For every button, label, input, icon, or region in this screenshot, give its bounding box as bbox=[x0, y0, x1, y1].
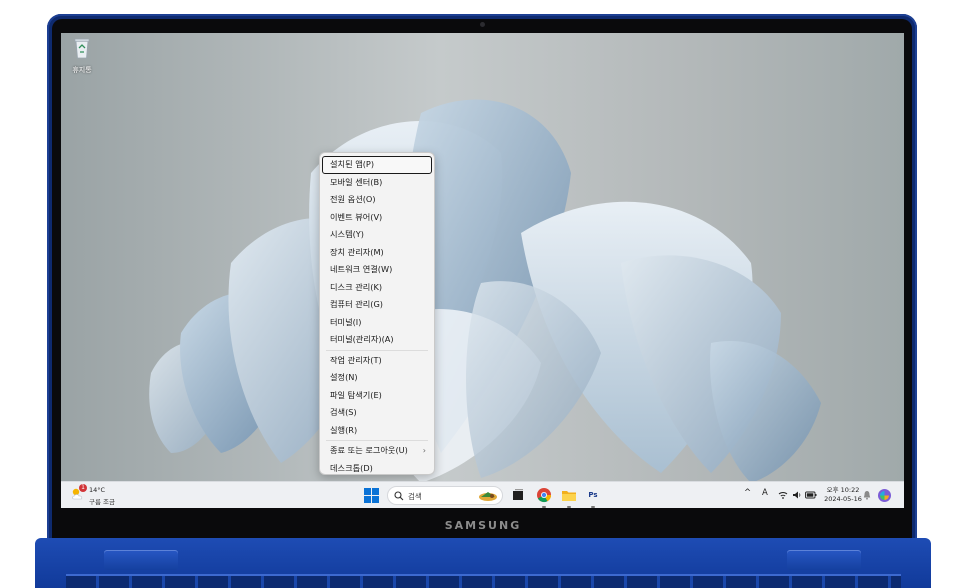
hinge-right bbox=[787, 550, 861, 570]
hinge-left bbox=[104, 550, 178, 570]
volume-icon[interactable] bbox=[792, 490, 802, 500]
running-indicator bbox=[567, 506, 571, 508]
menu-separator bbox=[326, 349, 428, 351]
notification-badge: 1 bbox=[79, 484, 87, 492]
menu-item-installed-apps[interactable]: 설치된 앱(P) bbox=[322, 156, 432, 174]
wallpaper-bloom bbox=[149, 99, 821, 483]
running-indicator bbox=[591, 506, 595, 508]
taskbar: 1 14°C 구름 조금 검색 Ps ^ A 오후 10:22 2024-05-… bbox=[61, 481, 904, 508]
desktop-screen: 휴지통 설치된 앱(P) 모바일 센터(B) 전원 옵션(O) 이벤트 뷰어(V… bbox=[61, 33, 904, 508]
desktop-icon-label: 휴지통 bbox=[72, 66, 92, 74]
copilot-icon[interactable] bbox=[877, 488, 892, 503]
menu-item-settings[interactable]: 설정(N) bbox=[320, 369, 434, 387]
chrome-icon[interactable] bbox=[536, 487, 552, 503]
clock-date: 2024-05-16 bbox=[824, 495, 862, 503]
running-indicator bbox=[542, 506, 546, 508]
menu-item-label: 종료 또는 로그아웃(U) bbox=[330, 445, 408, 455]
menu-item-label: 모바일 센터(B) bbox=[330, 176, 383, 187]
menu-item-device-manager[interactable]: 장치 관리자(M) bbox=[320, 244, 434, 262]
menu-item-label: 데스크톱(D) bbox=[330, 462, 373, 473]
search-label: 검색 bbox=[408, 492, 422, 501]
menu-item-terminal-admin[interactable]: 터미널(관리자)(A) bbox=[320, 331, 434, 349]
winx-context-menu: 설치된 앱(P) 모바일 센터(B) 전원 옵션(O) 이벤트 뷰어(V) 시스… bbox=[319, 152, 435, 475]
menu-item-label: 터미널(관리자)(A) bbox=[330, 334, 394, 344]
menu-item-run[interactable]: 실행(R) bbox=[320, 422, 434, 440]
input-language-indicator[interactable]: A bbox=[762, 488, 768, 498]
menu-item-label: 이벤트 뷰어(V) bbox=[330, 211, 383, 222]
menu-item-mobility-center[interactable]: 모바일 센터(B) bbox=[320, 174, 434, 192]
brand-logo: SAMSUNG bbox=[444, 519, 522, 532]
menu-item-label: 네트워크 연결(W) bbox=[330, 264, 393, 274]
menu-item-label: 실행(R) bbox=[330, 424, 358, 435]
weather-widget[interactable]: 1 14°C 구름 조금 bbox=[71, 484, 131, 506]
recycle-bin-shortcut[interactable]: 휴지통 bbox=[69, 37, 95, 75]
photoshop-icon[interactable]: Ps bbox=[585, 487, 601, 503]
menu-item-computer-management[interactable]: 컴퓨터 관리(G) bbox=[320, 296, 434, 314]
menu-item-label: 파일 탐색기(E) bbox=[330, 389, 382, 400]
menu-item-label: 디스크 관리(K) bbox=[330, 281, 383, 292]
wifi-icon[interactable] bbox=[778, 490, 788, 500]
recycle-bin-icon bbox=[74, 38, 90, 59]
menu-item-label: 장치 관리자(M) bbox=[330, 246, 384, 257]
search-icon bbox=[394, 491, 404, 501]
task-view-icon[interactable] bbox=[510, 487, 526, 503]
weather-description: 구름 조금 bbox=[89, 498, 115, 506]
menu-item-label: 설치된 앱(P) bbox=[330, 159, 375, 169]
menu-item-label: 검색(S) bbox=[330, 407, 357, 417]
windows-start-icon[interactable] bbox=[364, 488, 379, 503]
webcam bbox=[480, 22, 485, 27]
menu-separator bbox=[326, 440, 428, 441]
folder-icon[interactable] bbox=[561, 487, 577, 503]
chevron-right-icon: › bbox=[422, 446, 426, 455]
menu-item-system[interactable]: 시스템(Y) bbox=[320, 226, 434, 244]
notification-bell-icon[interactable] bbox=[863, 490, 871, 500]
menu-item-label: 시스템(Y) bbox=[330, 229, 364, 239]
search-highlight-icon bbox=[479, 492, 497, 501]
weather-temperature: 14°C bbox=[89, 486, 106, 494]
menu-item-label: 설정(N) bbox=[330, 372, 358, 382]
menu-item-power-options[interactable]: 전원 옵션(O) bbox=[320, 191, 434, 209]
show-hidden-icons-chevron-icon[interactable]: ^ bbox=[744, 488, 751, 498]
taskbar-search-box[interactable]: 검색 bbox=[387, 486, 503, 505]
taskbar-clock[interactable]: 오후 10:22 2024-05-16 bbox=[818, 486, 868, 504]
menu-item-network-connections[interactable]: 네트워크 연결(W) bbox=[320, 261, 434, 279]
menu-item-label: 작업 관리자(T) bbox=[330, 354, 382, 365]
battery-icon[interactable] bbox=[805, 490, 817, 500]
menu-item-label: 터미널(I) bbox=[330, 316, 362, 327]
clock-time: 오후 10:22 bbox=[826, 486, 860, 494]
menu-item-task-manager[interactable]: 작업 관리자(T) bbox=[320, 352, 434, 370]
menu-item-label: 전원 옵션(O) bbox=[330, 194, 376, 204]
menu-item-label: 컴퓨터 관리(G) bbox=[330, 299, 383, 309]
menu-item-disk-management[interactable]: 디스크 관리(K) bbox=[320, 279, 434, 297]
menu-item-event-viewer[interactable]: 이벤트 뷰어(V) bbox=[320, 209, 434, 227]
keyboard-row bbox=[66, 574, 901, 588]
menu-item-file-explorer[interactable]: 파일 탐색기(E) bbox=[320, 387, 434, 405]
menu-item-desktop[interactable]: 데스크톱(D) bbox=[320, 460, 434, 478]
menu-item-shutdown-signout[interactable]: 종료 또는 로그아웃(U) › bbox=[320, 442, 434, 460]
menu-item-search[interactable]: 검색(S) bbox=[320, 404, 434, 422]
menu-item-terminal[interactable]: 터미널(I) bbox=[320, 314, 434, 332]
